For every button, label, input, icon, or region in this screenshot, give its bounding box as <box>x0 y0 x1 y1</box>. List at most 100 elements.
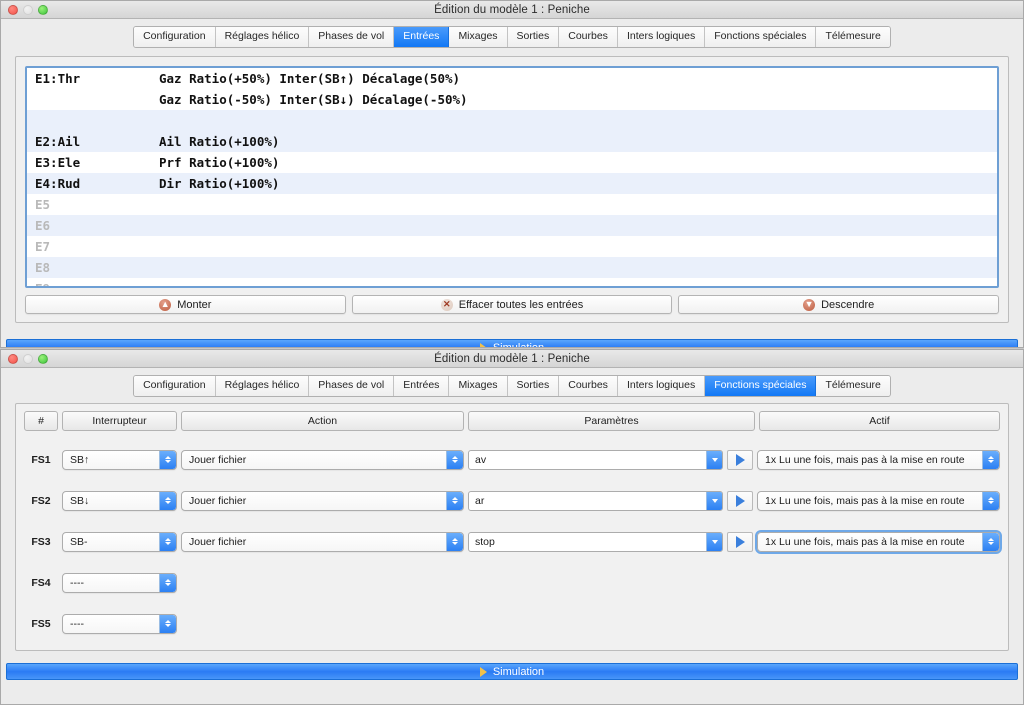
titlebar-window2[interactable]: Édition du modèle 1 : Peniche <box>1 350 1023 368</box>
parameters-combobox[interactable]: stop <box>468 531 723 552</box>
window1-title: Édition du modèle 1 : Peniche <box>434 3 590 16</box>
entries-list-row[interactable]: E5 <box>27 194 997 215</box>
entries-list-row[interactable]: E7 <box>27 236 997 257</box>
entries-list-row[interactable]: E2:Ail Ail Ratio(+100%) <box>27 131 997 152</box>
switch-select[interactable]: SB↓ <box>62 490 177 511</box>
clear-all-entries-button[interactable]: ✕ Effacer toutes les entrées <box>351 295 673 314</box>
entry-name: E3:Ele <box>35 155 81 170</box>
parameters-value: av <box>475 453 487 466</box>
stepper-icon[interactable] <box>982 532 999 551</box>
stepper-icon[interactable] <box>446 450 463 469</box>
tab-courbes[interactable]: Courbes <box>559 376 618 396</box>
action-select-value: Jouer fichier <box>189 494 247 507</box>
stepper-icon[interactable] <box>446 491 463 510</box>
tab-r-glages-h-lico[interactable]: Réglages hélico <box>215 27 310 47</box>
play-icon <box>735 494 745 507</box>
simulation-button-window2[interactable]: Simulation <box>6 663 1018 680</box>
titlebar-window1[interactable]: Édition du modèle 1 : Peniche <box>1 1 1023 19</box>
column-header-number[interactable]: # <box>24 411 58 431</box>
switch-select[interactable]: ---- <box>62 613 177 634</box>
column-header-action[interactable]: Action <box>181 411 464 431</box>
row-id-label: FS2 <box>31 494 51 507</box>
column-header-active[interactable]: Actif <box>759 411 1000 431</box>
move-up-button[interactable]: ▲ Monter <box>25 295 346 314</box>
circle-arrow-up-icon: ▲ <box>159 298 172 311</box>
stepper-icon[interactable] <box>159 491 176 510</box>
parameters-combobox[interactable]: av <box>468 449 723 470</box>
switch-select[interactable]: ---- <box>62 572 177 593</box>
entries-list-row[interactable]: E8 <box>27 257 997 278</box>
column-header-switch[interactable]: Interrupteur <box>62 411 177 431</box>
chevron-down-icon[interactable] <box>706 532 722 551</box>
tab-fonctions-sp-ciales[interactable]: Fonctions spéciales <box>705 376 817 396</box>
preview-play-button[interactable] <box>727 449 753 470</box>
action-cell-empty <box>181 573 464 593</box>
entries-list-row[interactable]: E6 <box>27 215 997 236</box>
preview-play-button[interactable] <box>727 490 753 511</box>
action-select[interactable]: Jouer fichier <box>181 490 464 511</box>
entries-list-row[interactable]: E4:Rud Dir Ratio(+100%) <box>27 173 997 194</box>
clear-all-entries-label: Effacer toutes les entrées <box>458 298 584 311</box>
tab-fonctions-sp-ciales[interactable]: Fonctions spéciales <box>705 27 817 47</box>
simulation-label: Simulation <box>492 665 545 678</box>
circle-x-icon: ✕ <box>440 298 453 311</box>
tab-courbes[interactable]: Courbes <box>559 27 618 47</box>
entries-list-row[interactable]: E1:ThrGaz Ratio(-50%) Inter(SB↓) Décalag… <box>27 89 997 110</box>
tab-entr-es[interactable]: Entrées <box>394 27 450 47</box>
simulation-button-window1[interactable]: Simulation <box>6 339 1018 347</box>
chevron-down-icon[interactable] <box>706 450 722 469</box>
switch-select-value: ---- <box>70 617 84 630</box>
tab-configuration[interactable]: Configuration <box>134 376 216 396</box>
switch-select[interactable]: SB↑ <box>62 449 177 470</box>
desktop: Édition du modèle 1 : Peniche Configurat… <box>0 0 1024 705</box>
entry-name: E1:Thr <box>35 71 81 86</box>
stepper-icon[interactable] <box>159 573 176 592</box>
entry-detail: Gaz Ratio(-50%) Inter(SB↓) Décalage(-50%… <box>159 92 468 107</box>
tab-configuration[interactable]: Configuration <box>134 27 216 47</box>
stepper-icon[interactable] <box>446 532 463 551</box>
entries-list-row[interactable]: E1:Thr Gaz Ratio(+50%) Inter(SB↑) Décalag… <box>27 68 997 89</box>
stepper-icon[interactable] <box>159 614 176 633</box>
preview-play-button[interactable] <box>727 531 753 552</box>
active-mode-select[interactable]: 1x Lu une fois, mais pas à la mise en ro… <box>757 490 1000 511</box>
entries-list-row[interactable]: E3:Ele Prf Ratio(+100%) <box>27 152 997 173</box>
entry-name: E8 <box>35 260 51 275</box>
active-mode-value: 1x Lu une fois, mais pas à la mise en ro… <box>765 453 965 466</box>
chevron-down-icon[interactable] <box>706 491 722 510</box>
stepper-icon[interactable] <box>159 532 176 551</box>
tab-sorties[interactable]: Sorties <box>507 376 560 396</box>
column-header-parameters[interactable]: Paramètres <box>468 411 755 431</box>
stepper-icon[interactable] <box>159 450 176 469</box>
switch-select[interactable]: SB- <box>62 531 177 552</box>
stepper-icon[interactable] <box>982 450 999 469</box>
entries-list-row[interactable] <box>27 110 997 131</box>
tab-phases-de-vol[interactable]: Phases de vol <box>309 27 395 47</box>
table-row: FS3 SB- Jouer fichier stop 1x Lu une fois, m… <box>24 521 1002 562</box>
tab-t-l-mesure[interactable]: Télémesure <box>816 376 890 396</box>
action-select-value: Jouer fichier <box>189 453 247 466</box>
tab-mixages[interactable]: Mixages <box>449 376 508 396</box>
active-mode-select[interactable]: 1x Lu une fois, mais pas à la mise en ro… <box>757 449 1000 470</box>
move-down-button[interactable]: ▼ Descendre <box>678 295 1000 314</box>
tab-t-l-mesure[interactable]: Télémesure <box>816 27 890 47</box>
action-select[interactable]: Jouer fichier <box>181 531 464 552</box>
switch-select-value: SB- <box>70 535 88 548</box>
tab-sorties[interactable]: Sorties <box>507 27 560 47</box>
tab-mixages[interactable]: Mixages <box>449 27 508 47</box>
active-mode-select[interactable]: 1x Lu une fois, mais pas à la mise en ro… <box>755 529 1002 554</box>
tab-r-glages-h-lico[interactable]: Réglages hélico <box>215 376 310 396</box>
tab-inters-logiques[interactable]: Inters logiques <box>617 376 706 396</box>
entries-button-row: ▲ Monter ✕ Effacer toutes les entrées ▼ … <box>25 295 1000 314</box>
tab-phases-de-vol[interactable]: Phases de vol <box>309 376 395 396</box>
entries-list-row[interactable]: E9 <box>27 278 997 286</box>
tab-entr-es[interactable]: Entrées <box>394 376 450 396</box>
active-mode-value: 1x Lu une fois, mais pas à la mise en ro… <box>765 494 965 507</box>
play-icon <box>479 666 487 677</box>
stepper-icon[interactable] <box>982 491 999 510</box>
parameters-combobox[interactable]: ar <box>468 490 723 511</box>
play-icon <box>479 342 487 347</box>
action-select[interactable]: Jouer fichier <box>181 449 464 470</box>
tabbar-window1-wrap: Configuration Réglages hélico Phases de vo… <box>1 19 1023 54</box>
entries-list[interactable]: E1:Thr Gaz Ratio(+50%) Inter(SB↑) Décalag… <box>25 66 999 288</box>
tab-inters-logiques[interactable]: Inters logiques <box>617 27 706 47</box>
